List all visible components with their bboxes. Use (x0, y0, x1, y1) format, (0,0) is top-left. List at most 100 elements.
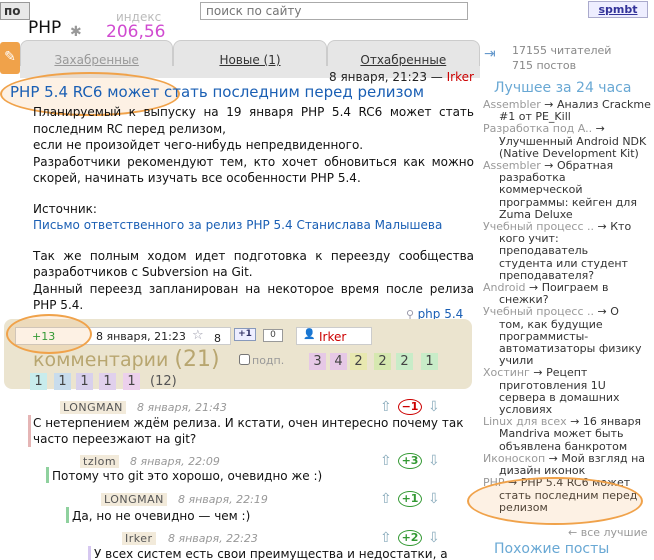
tab-new[interactable]: Новые (1) (173, 40, 327, 67)
comment-score: +3 (398, 453, 422, 469)
post-score: +13 (32, 330, 56, 343)
best-item[interactable]: Assembler → Обратная разработка коммерчес… (483, 159, 651, 221)
plus-zero-button[interactable]: 0 (263, 329, 283, 342)
comment-text: С нетерпением ждём релиза. И кстати, оче… (33, 416, 464, 446)
best-item-hub[interactable]: Разработка под A.. (483, 122, 592, 135)
comment-author[interactable]: LONGMAN (101, 493, 167, 506)
vote-down-icon[interactable]: ⇩ (428, 491, 440, 507)
best-item-title[interactable]: Обратная (557, 159, 613, 172)
post-author[interactable]: Irker (447, 70, 474, 84)
source-label: Источник: (33, 201, 97, 216)
meta-author[interactable]: Irker (319, 330, 346, 344)
best-item-hub[interactable]: Хостинг (483, 366, 530, 379)
best-item-title-line[interactable]: программы: кейген для (483, 196, 651, 209)
post-title[interactable]: PHP 5.4 RC6 может стать последним перед … (10, 83, 424, 101)
comment-text: У всех систем есть свои преимущества и н… (94, 547, 448, 560)
best-item-title[interactable]: Рецепт (546, 366, 587, 379)
vote-down-icon[interactable]: ⇩ (428, 530, 440, 546)
total-new-count: (12) (150, 374, 177, 389)
vote-up-icon[interactable]: ⇧ (380, 453, 392, 469)
vote-up-icon[interactable]: ⇧ (380, 491, 392, 507)
best-item-hub[interactable]: Linux для всех (483, 415, 567, 428)
new-count-bubble[interactable]: 2 (374, 353, 391, 370)
best-item-title[interactable]: 16 января (583, 415, 641, 428)
vote-down-icon[interactable]: ⇩ (428, 399, 440, 415)
best-item-hub[interactable]: Учебный процесс .. (483, 220, 594, 233)
comment-bar (66, 507, 69, 523)
comment-author[interactable]: tzlom (80, 455, 120, 468)
comment-bar (46, 467, 49, 483)
paragraph: Планируемый к выпуску на 19 января PHP 5… (33, 105, 474, 136)
comment-author[interactable]: LONGMAN (60, 401, 126, 414)
best-item-title-line[interactable]: студента или студент (483, 257, 651, 270)
hub-title[interactable]: PHP (28, 18, 61, 38)
new-count-bubble[interactable]: 4 (330, 353, 347, 370)
star-icon[interactable]: ☆ (192, 328, 204, 343)
comment-score: +2 (398, 530, 422, 546)
feed-icon[interactable]: ⇥ (484, 46, 506, 64)
best-highlight (467, 477, 643, 525)
best-item-title-line[interactable]: Mandriva может быть (483, 428, 651, 440)
best-item-title-line[interactable]: Улучшенный Android NDK (483, 135, 651, 148)
user-icon: 👤 (303, 329, 316, 340)
plus-one-button[interactable]: +1 (234, 328, 256, 341)
post-date: 8 января, 21:23 — Irker (329, 70, 474, 84)
comment-date: 8 января, 22:23 (168, 532, 258, 545)
vote-down-icon[interactable]: ⇩ (428, 453, 440, 469)
comments-title: комментарии (21) (33, 347, 220, 372)
new-count-bubble[interactable]: 1 (30, 373, 47, 390)
all-best-link[interactable]: ← все лучшие (568, 526, 648, 539)
best-item-hub[interactable]: Assembler (483, 98, 541, 111)
gear-icon[interactable]: ✱ (70, 24, 82, 40)
best-item-title[interactable]: Мой взгляд на (561, 452, 645, 465)
tab-favored[interactable]: Захабренные (20, 40, 174, 67)
new-count-bubble[interactable]: 1 (123, 373, 140, 390)
best-item-title[interactable]: Кто (610, 220, 631, 233)
search-input[interactable] (200, 2, 468, 20)
comment-text: Потому что git это хорошо, очевидно же :… (52, 469, 323, 483)
subscribe-input[interactable] (239, 354, 250, 365)
readers-info: 17155 читателей 715 постов (512, 44, 612, 72)
new-count-bubble[interactable]: 2 (396, 353, 413, 370)
comment-date: 8 января, 22:19 (178, 493, 268, 506)
pencil-icon[interactable]: ✎ (0, 42, 20, 74)
best-item[interactable]: Assembler → Анализ Crackme #1 от PE_Kill (483, 98, 651, 123)
best-item-hub[interactable]: Иконоскоп (483, 452, 545, 465)
subscribe-checkbox[interactable]: подп. (239, 354, 284, 367)
similar-title: Похожие посты (494, 541, 610, 557)
best-item[interactable]: Android → Поиграем в снежки? (483, 281, 651, 306)
post-body: Планируемый к выпуску на 19 января PHP 5… (33, 104, 474, 314)
vote-up-icon[interactable]: ⇧ (380, 530, 392, 546)
best-item-title-line[interactable]: разработка коммерческой (483, 172, 651, 197)
best-item-title-line[interactable]: кого учит: преподаватель (483, 233, 651, 258)
best-item[interactable]: Хостинг → Рецепт приготовления 1U сервера … (483, 367, 651, 416)
new-count-bubble[interactable]: 1 (421, 353, 438, 370)
best-item[interactable]: Linux для всех → 16 января Mandriva может… (483, 416, 651, 453)
top-left-button[interactable]: по (0, 2, 30, 20)
best-item[interactable]: Разработка под A.. → Улучшенный Android … (483, 123, 651, 160)
best-item-title[interactable]: Поиграем в (542, 281, 609, 294)
best-item[interactable]: Иконоскоп → Мой взгляд на дизайн иконок (483, 452, 651, 477)
best-item-hub[interactable]: Учебный процесс .. (483, 305, 594, 318)
comment-author[interactable]: Irker (122, 532, 156, 545)
user-button[interactable]: spmbt (588, 1, 648, 18)
new-count-bubble[interactable]: 2 (350, 353, 367, 370)
comment-date: 8 января, 22:09 (130, 455, 220, 468)
paragraph: Разработчики рекомендуют тем, кто хочет … (33, 154, 474, 186)
best-item-title[interactable]: Анализ Crackme (557, 98, 651, 111)
best-item[interactable]: Учебный процесс .. → Отом, как будущие пр… (483, 306, 651, 367)
new-count-bubble[interactable]: 1 (76, 373, 93, 390)
comment-date: 8 января, 21:43 (137, 401, 227, 414)
new-count-bubble[interactable]: 1 (99, 373, 116, 390)
tab-unfavored[interactable]: Отхабренные (326, 40, 480, 67)
best-item-title[interactable]: О (610, 305, 619, 318)
source-link[interactable]: Письмо ответственного за релиз PHP 5.4 С… (33, 218, 442, 232)
new-count-bubble[interactable]: 1 (54, 373, 71, 390)
best-item[interactable]: Учебный процесс .. → Кто кого учит: препо… (483, 220, 651, 282)
best-title: Лучшее за 24 часа (494, 80, 632, 96)
best-item-hub[interactable]: Assembler (483, 159, 541, 172)
vote-up-icon[interactable]: ⇧ (380, 399, 392, 415)
favorites-count: 8 (214, 332, 221, 345)
best-item-hub[interactable]: Android (483, 281, 526, 294)
new-count-bubble[interactable]: 3 (309, 353, 326, 370)
